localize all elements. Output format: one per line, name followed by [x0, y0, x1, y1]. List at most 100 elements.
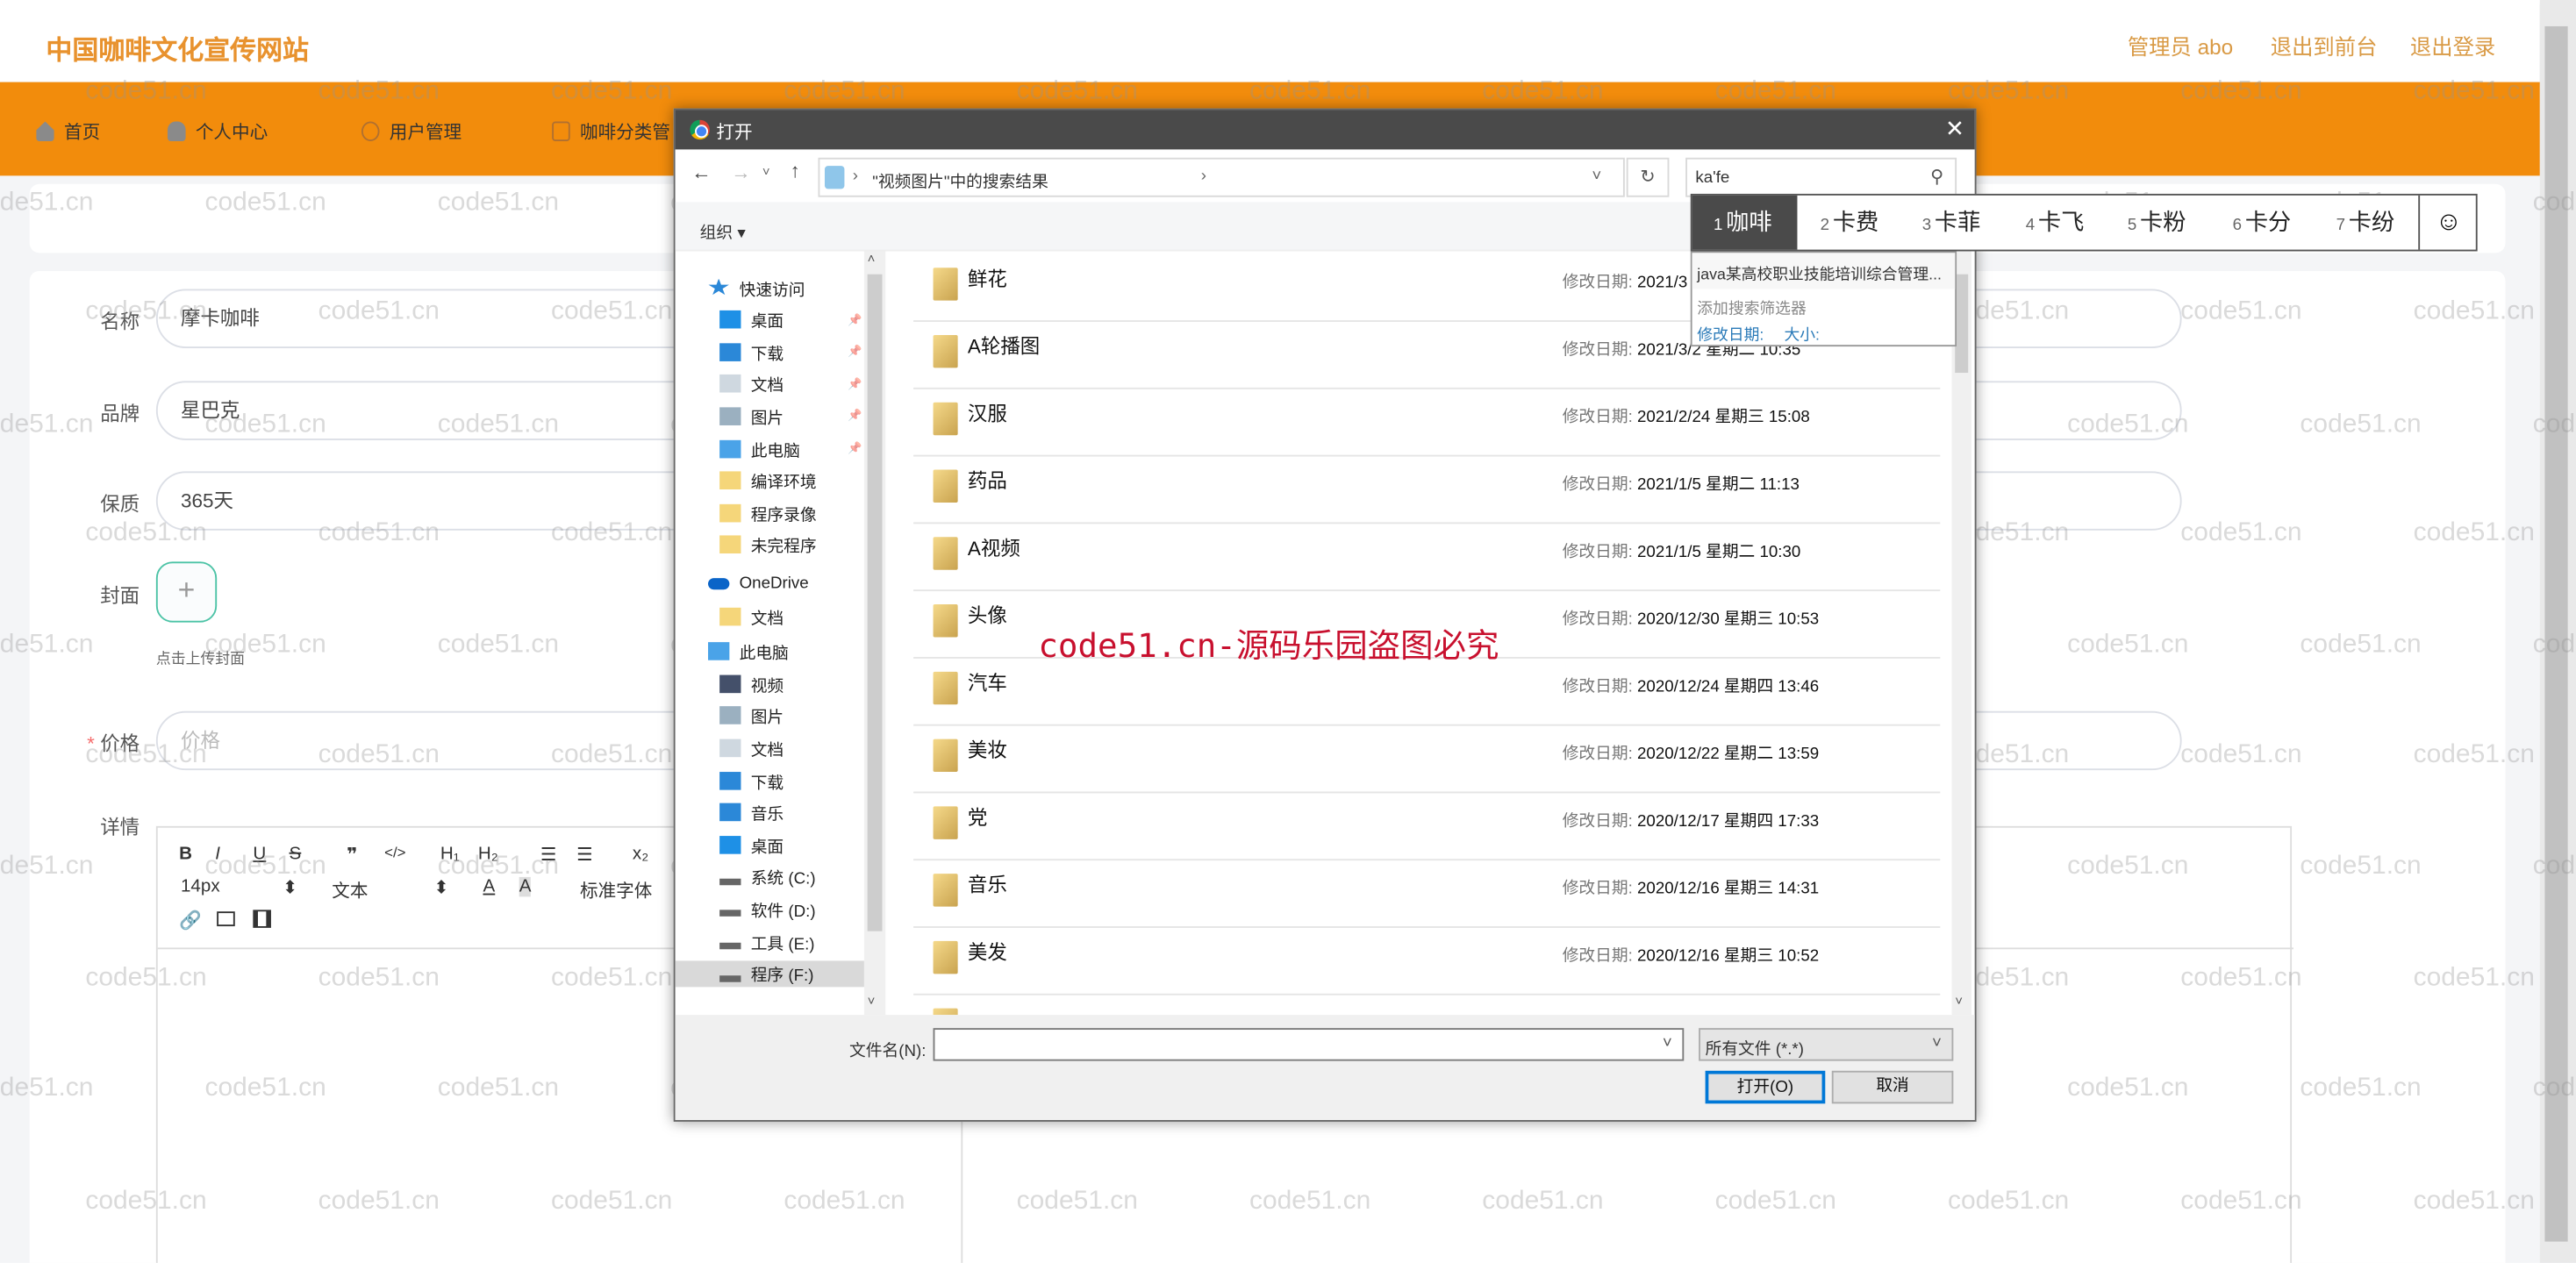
- search-box[interactable]: ka'fe ⚲: [1685, 157, 1957, 197]
- nav-pane-item[interactable]: 程序 (F:): [675, 960, 864, 987]
- font-color-button[interactable]: A: [483, 877, 496, 896]
- nav-pane-item[interactable]: 此电脑 📌: [719, 435, 862, 461]
- organize-button[interactable]: 组织 ▾: [700, 218, 746, 244]
- file-row[interactable]: 音乐 修改日期: 2020/12/16 星期三 14:31: [913, 860, 1941, 928]
- nav-pane-item[interactable]: 下载 📌: [719, 339, 862, 365]
- refresh-button[interactable]: ↻: [1626, 157, 1670, 197]
- suggestion-row[interactable]: java某高校职业技能培训综合管理...: [1692, 253, 1956, 289]
- ordered-list-button[interactable]: ☰: [540, 844, 556, 865]
- filename-input[interactable]: ˅: [933, 1028, 1685, 1061]
- block-type-select[interactable]: 文本 ⬍: [332, 877, 448, 903]
- scroll-down-icon[interactable]: ˅: [868, 994, 876, 1009]
- nav-pane-scrollbar-thumb[interactable]: [867, 274, 883, 931]
- nav-item-home[interactable]: 首页: [36, 118, 100, 145]
- scroll-up-icon[interactable]: ˄: [868, 251, 876, 266]
- underline-button[interactable]: U: [253, 844, 266, 863]
- pin-icon[interactable]: 📌: [848, 313, 862, 326]
- filter-size[interactable]: 大小:: [1784, 322, 1820, 346]
- file-row[interactable]: 汉服 修改日期: 2021/2/24 星期三 15:08: [913, 389, 1941, 457]
- forward-button[interactable]: →: [731, 161, 750, 184]
- nav-pane-item[interactable]: 未完程序: [719, 532, 817, 558]
- file-list-scrollbar-thumb[interactable]: [1955, 274, 1969, 374]
- back-button[interactable]: ←: [691, 161, 711, 184]
- close-icon[interactable]: ✕: [1945, 115, 1964, 143]
- ime-candidate[interactable]: 3 卡菲: [1922, 196, 1981, 250]
- scroll-down-icon[interactable]: ˅: [1955, 994, 1963, 1009]
- nav-pane-item[interactable]: 图片: [719, 703, 784, 729]
- nav-pane-item[interactable]: 图片 📌: [719, 403, 862, 429]
- nav-pane-item[interactable]: OneDrive: [708, 570, 809, 596]
- file-row[interactable]: 党 修改日期: 2020/12/17 星期四 17:33: [913, 793, 1941, 861]
- file-row[interactable]: 美发 修改日期: 2020/12/16 星期三 10:52: [913, 928, 1941, 995]
- font-size-select[interactable]: 14px ⬍: [181, 877, 297, 898]
- nav-pane-item[interactable]: 文档 📌: [719, 371, 862, 397]
- file-type-filter[interactable]: 所有文件 (*.*) ˅: [1699, 1028, 1954, 1061]
- ime-candidate[interactable]: 4 卡飞: [2026, 196, 2085, 250]
- nav-pane-scrollbar[interactable]: ˄ ˅: [863, 251, 886, 1016]
- bullet-list-button[interactable]: ☰: [576, 844, 592, 865]
- filter-date-modified[interactable]: 修改日期:: [1697, 322, 1764, 346]
- nav-pane-item[interactable]: 工具 (E:): [719, 928, 815, 954]
- font-family-select[interactable]: 标准字体: [580, 877, 652, 903]
- page-scrollbar-thumb[interactable]: [2544, 25, 2568, 1242]
- emoji-button[interactable]: ☺: [2418, 195, 2477, 250]
- strikethrough-button[interactable]: S: [290, 844, 302, 863]
- file-row[interactable]: 美妆 修改日期: 2020/12/22 星期二 13:59: [913, 726, 1941, 794]
- file-row-partial[interactable]: [913, 995, 1940, 1016]
- nav-pane-item[interactable]: 软件 (D:): [719, 896, 816, 922]
- cancel-button[interactable]: 取消: [1831, 1070, 1954, 1104]
- ime-candidate[interactable]: 7 卡纷: [2336, 196, 2395, 250]
- nav-pane-item[interactable]: 桌面: [719, 831, 784, 858]
- nav-pane-item[interactable]: 下载: [719, 767, 784, 793]
- nav-pane-item[interactable]: 编译环境: [719, 467, 817, 494]
- video-icon[interactable]: [253, 910, 271, 928]
- open-button[interactable]: 打开(O): [1705, 1070, 1826, 1104]
- blockquote-button[interactable]: ❞: [347, 844, 357, 865]
- italic-button[interactable]: I: [215, 844, 220, 863]
- nav-pane-item[interactable]: 程序录像: [719, 500, 817, 526]
- file-list-scrollbar[interactable]: ˅: [1951, 251, 1971, 1016]
- ime-candidate[interactable]: 2 卡费: [1821, 196, 1879, 250]
- nav-pane-item[interactable]: 音乐: [719, 799, 784, 825]
- ime-candidate[interactable]: 1 咖啡: [1692, 195, 1798, 250]
- nav-pane-item[interactable]: 系统 (C:): [719, 864, 816, 890]
- ime-candidate[interactable]: 5 卡粉: [2128, 196, 2186, 250]
- image-icon[interactable]: [217, 911, 235, 927]
- background-color-button[interactable]: A: [519, 876, 532, 897]
- up-button[interactable]: ↑: [791, 160, 800, 182]
- recent-locations-button[interactable]: ˅: [762, 164, 770, 179]
- nav-pane-item[interactable]: 视频: [719, 670, 784, 696]
- nav-pane-item[interactable]: 文档: [719, 603, 784, 629]
- nav-pane-item[interactable]: 此电脑: [708, 639, 789, 665]
- code-block-button[interactable]: </>: [384, 844, 405, 860]
- pin-icon[interactable]: 📌: [848, 377, 862, 390]
- heading2-button[interactable]: H₂: [478, 844, 498, 863]
- dialog-titlebar: 打开 ✕: [675, 110, 1975, 150]
- admin-user-link[interactable]: 管理员 abo: [2128, 30, 2233, 61]
- nav-item-user-management[interactable]: 用户管理: [361, 118, 462, 145]
- file-row[interactable]: 药品 修改日期: 2021/1/5 星期二 11:13: [913, 457, 1941, 524]
- subscript-button[interactable]: x₂: [633, 844, 648, 863]
- address-dropdown-icon[interactable]: ˅: [1592, 168, 1601, 186]
- nav-pane-label: 程序 (F:): [750, 967, 814, 986]
- nav-pane-item[interactable]: 文档: [719, 735, 784, 761]
- logout-link[interactable]: 退出登录: [2410, 30, 2495, 61]
- address-bar[interactable]: › "视频图片"中的搜索结果 › ˅: [818, 157, 1625, 197]
- cover-upload-button[interactable]: +: [155, 561, 218, 623]
- nav-item-profile[interactable]: 个人中心: [167, 118, 268, 145]
- back-to-frontend-link[interactable]: 退出到前台: [2271, 30, 2378, 61]
- bold-button[interactable]: B: [179, 844, 192, 863]
- pin-icon[interactable]: 📌: [848, 410, 862, 423]
- nav-pane-item[interactable]: 快速访问: [708, 275, 805, 301]
- ime-candidate[interactable]: 6 卡分: [2233, 196, 2292, 250]
- link-icon[interactable]: 🔗: [179, 910, 202, 931]
- file-row[interactable]: 汽车 修改日期: 2020/12/24 星期四 13:46: [913, 659, 1941, 726]
- nav-pane-item[interactable]: 桌面 📌: [719, 306, 862, 332]
- nav-item-coffee-category[interactable]: 咖啡分类管: [552, 118, 670, 145]
- pin-icon[interactable]: 📌: [848, 346, 862, 358]
- drive-icon: [719, 974, 741, 981]
- candidate-text: 卡费: [1832, 208, 1879, 235]
- heading1-button[interactable]: H₁: [440, 844, 460, 863]
- pin-icon[interactable]: 📌: [848, 442, 862, 455]
- file-row[interactable]: A视频 修改日期: 2021/1/5 星期二 10:30: [913, 524, 1941, 592]
